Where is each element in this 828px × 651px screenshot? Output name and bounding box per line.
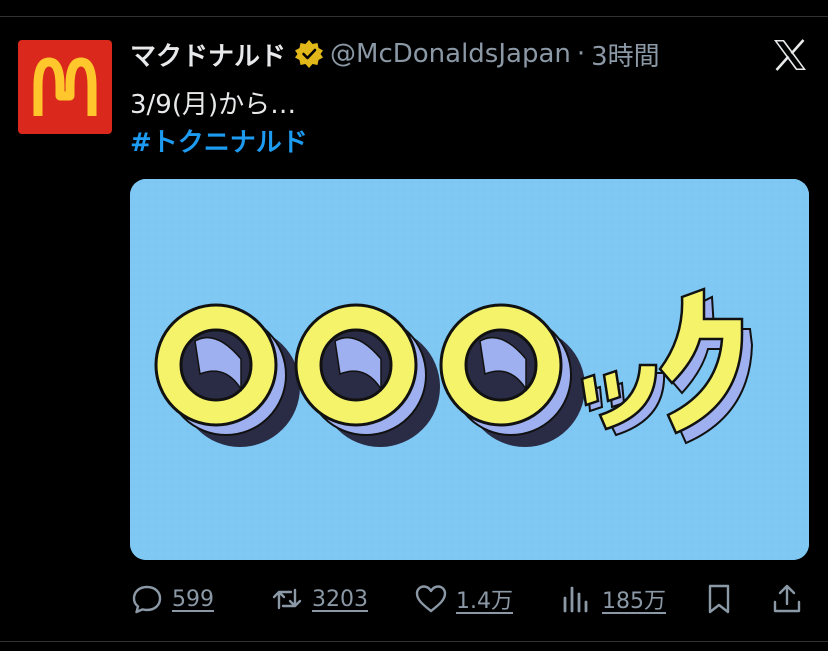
reply-button[interactable]: 599	[130, 580, 214, 618]
share-icon	[773, 584, 801, 613]
tweet-media[interactable]	[130, 179, 809, 560]
avatar[interactable]	[18, 40, 112, 134]
handle[interactable]: @McDonaldsJapan	[330, 39, 571, 69]
views-count: 185万	[602, 589, 666, 614]
mcdonalds-logo-icon	[33, 57, 97, 116]
verified-badge-icon	[295, 40, 324, 68]
media-image	[130, 179, 809, 560]
x-logo-icon[interactable]	[772, 38, 808, 72]
top-divider	[0, 16, 828, 17]
views-icon	[563, 586, 588, 613]
like-button[interactable]: 1.4万	[414, 580, 513, 618]
bottom-divider	[0, 641, 828, 642]
views-button[interactable]: 185万	[560, 580, 666, 618]
display-name[interactable]: マクドナルド	[130, 36, 286, 73]
tweet-header: マクドナルド @McDonaldsJapan · 3時間	[130, 30, 768, 78]
bookmark-button[interactable]	[702, 580, 736, 618]
timestamp[interactable]: 3時間	[591, 36, 660, 73]
retweet-button[interactable]: 3203	[270, 580, 368, 618]
separator: ·	[576, 39, 586, 69]
share-button[interactable]	[770, 580, 804, 618]
reply-icon	[132, 585, 162, 614]
like-icon	[415, 585, 447, 613]
retweet-count: 3203	[312, 586, 368, 612]
tweet-text: 3/9(月)から…	[130, 90, 297, 120]
reply-count: 599	[172, 586, 214, 612]
action-bar: 599 3203 1.4万 185万	[130, 580, 810, 618]
retweet-icon	[272, 588, 302, 610]
bookmark-icon	[708, 584, 730, 614]
like-count: 1.4万	[456, 589, 513, 614]
hashtag-link[interactable]: #トクニナルド	[130, 122, 308, 159]
